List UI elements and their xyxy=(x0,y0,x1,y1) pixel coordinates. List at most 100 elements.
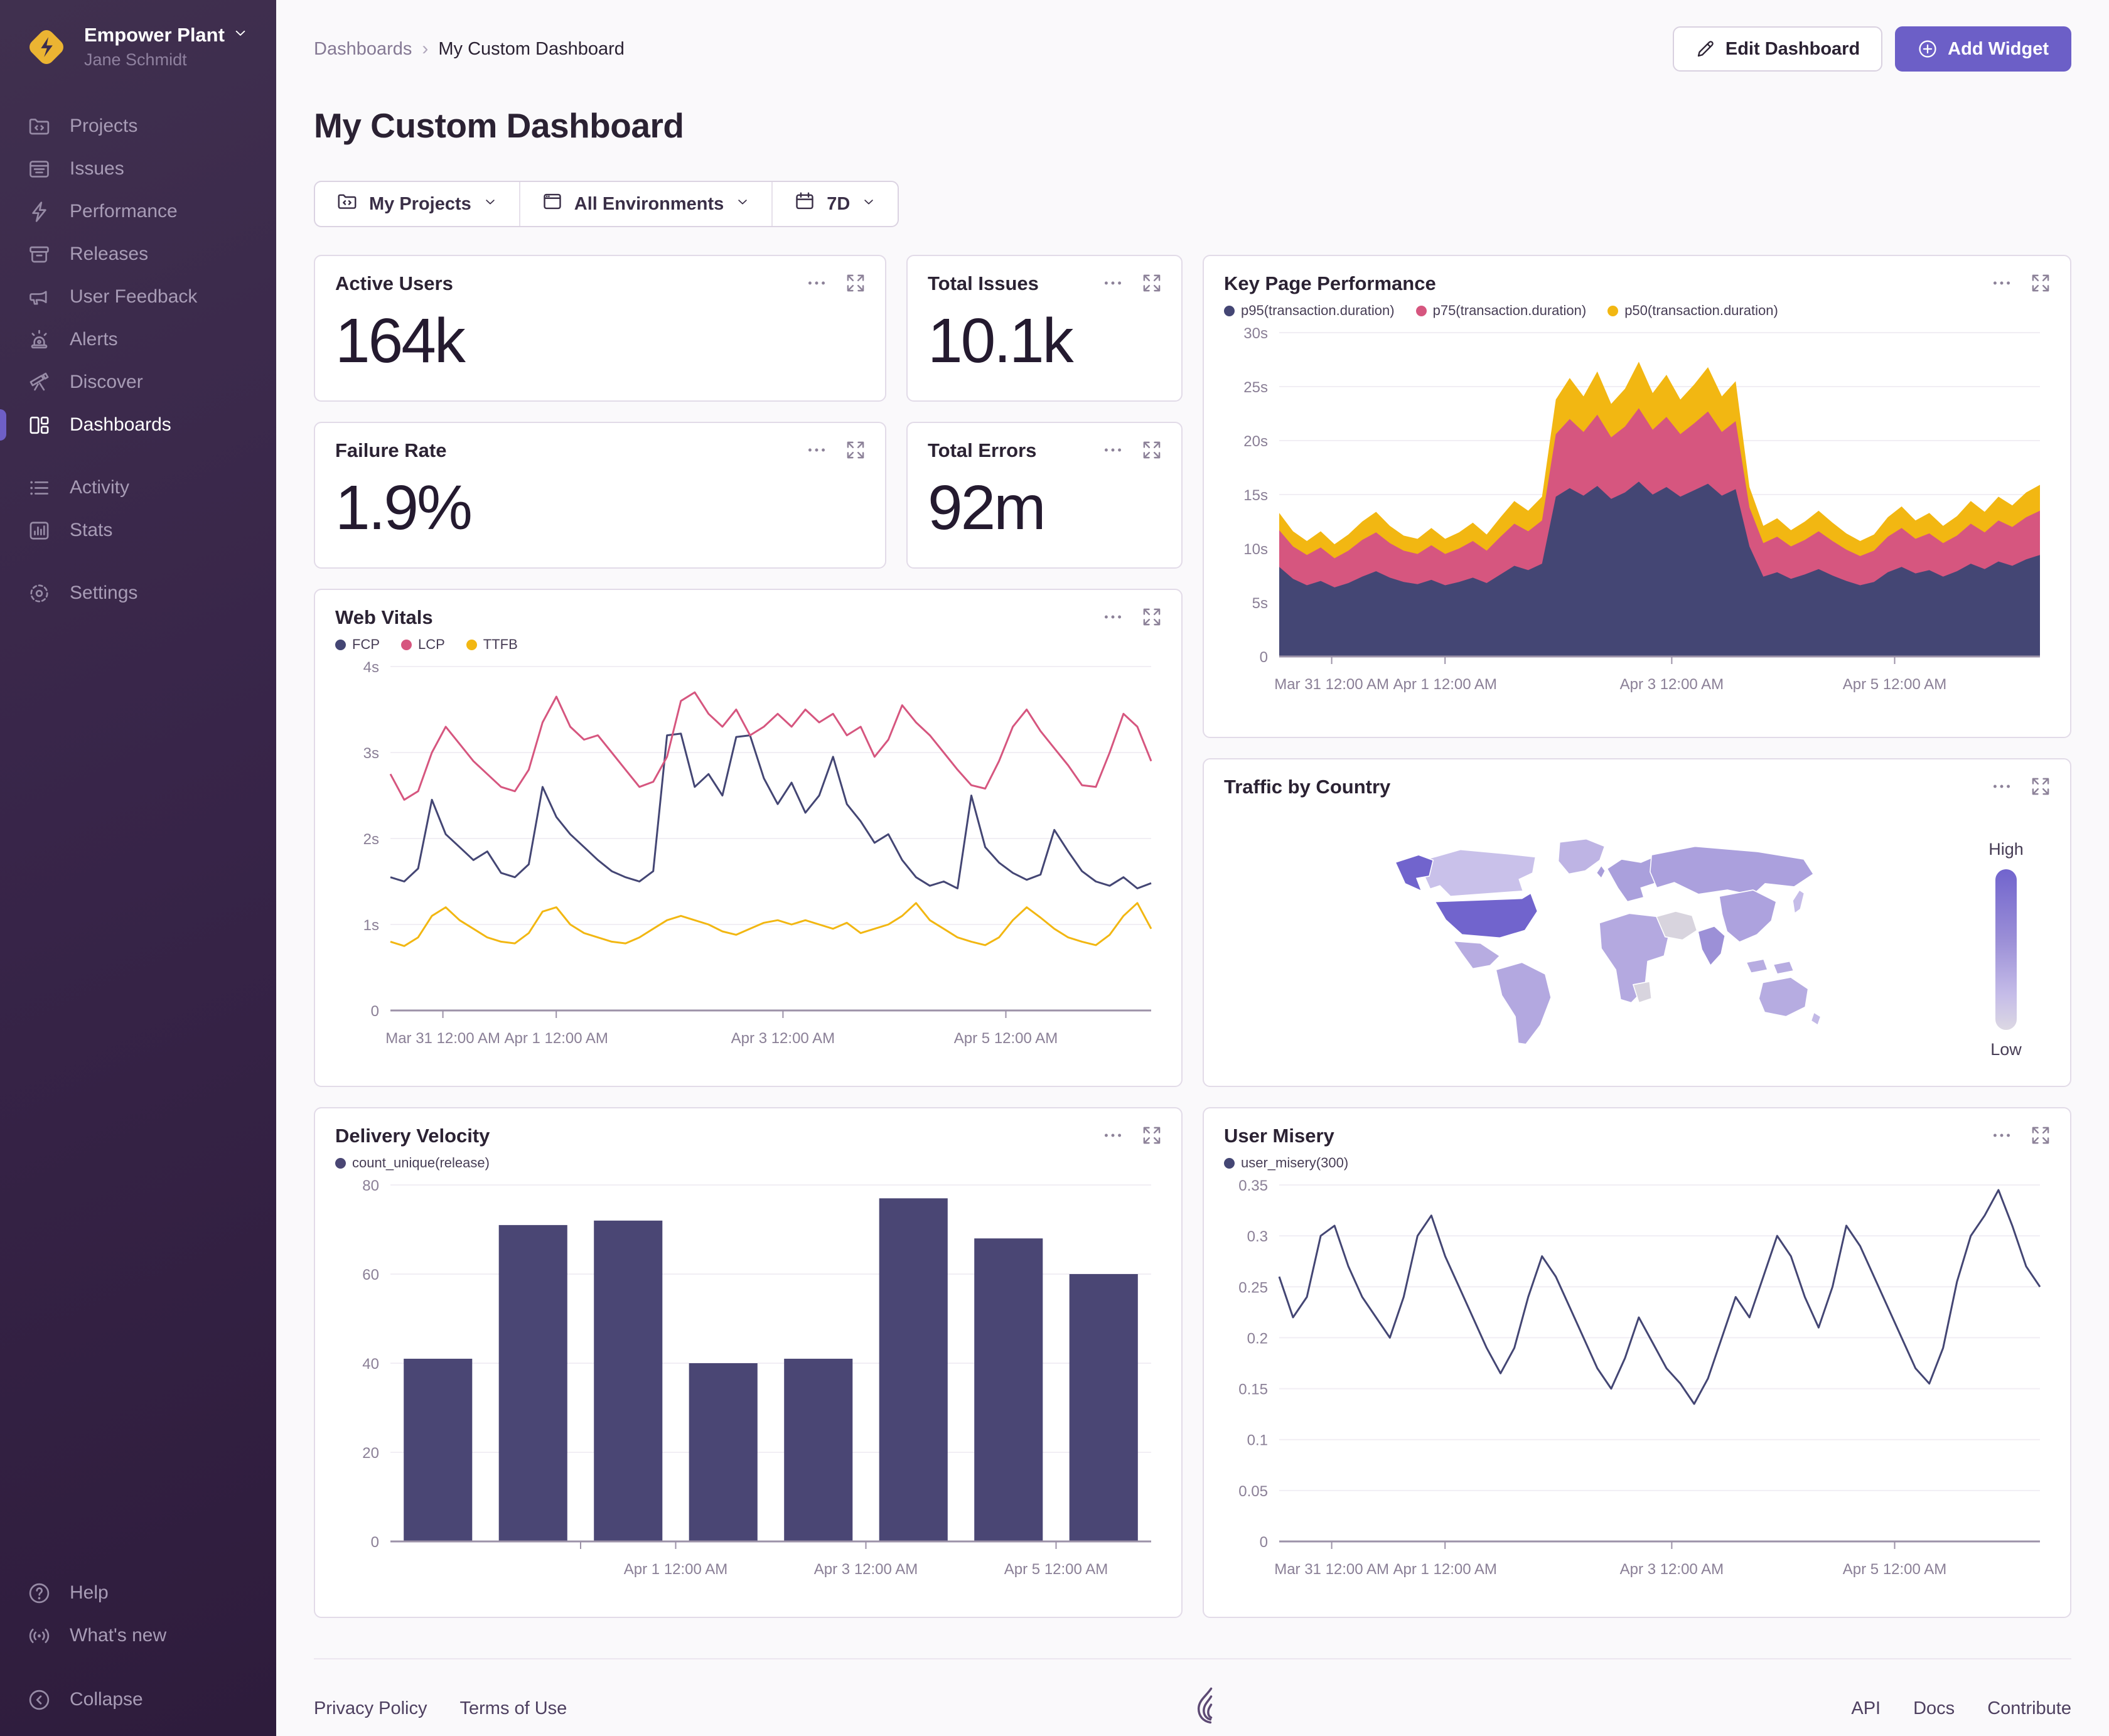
widget-menu-icon[interactable] xyxy=(1102,606,1124,628)
sidebar-item-dashboards[interactable]: Dashboards xyxy=(0,404,276,446)
svg-text:0: 0 xyxy=(371,1534,379,1551)
svg-text:30s: 30s xyxy=(1243,325,1268,342)
sidebar-item-user-feedback[interactable]: User Feedback xyxy=(0,276,276,318)
scale-high-label: High xyxy=(1988,840,2024,859)
sidebar-item-alerts[interactable]: Alerts xyxy=(0,318,276,361)
widget-menu-icon[interactable] xyxy=(1102,272,1124,294)
sidebar-item-projects[interactable]: Projects xyxy=(0,105,276,147)
widget-menu-icon[interactable] xyxy=(806,272,827,294)
settings-icon xyxy=(28,582,51,605)
sidebar-item-settings[interactable]: Settings xyxy=(0,572,276,614)
sidebar-item-what-s-new[interactable]: What's new xyxy=(0,1614,276,1657)
widget-expand-icon[interactable] xyxy=(1141,272,1162,294)
widget-expand-icon[interactable] xyxy=(1141,606,1162,628)
filter-bar: My Projects All Environments 7D xyxy=(314,181,899,227)
svg-text:Mar 31 12:00 AM: Mar 31 12:00 AM xyxy=(1274,1561,1389,1578)
sidebar-item-stats[interactable]: Stats xyxy=(0,509,276,552)
widget-expand-icon[interactable] xyxy=(2030,272,2051,294)
widget-delivery-velocity: Delivery Velocity count_unique(release) … xyxy=(314,1107,1183,1618)
sidebar-item-label: Performance xyxy=(70,201,178,222)
chevron-down-icon xyxy=(232,24,249,46)
delivery-velocity-chart: 0 20 40 60 80 Apr 1 12:00 AM Apr 3 12:00 AM Apr… xyxy=(362,1177,1151,1578)
widget-expand-icon[interactable] xyxy=(2030,776,2051,797)
plus-circle-icon xyxy=(1918,39,1938,59)
svg-text:0: 0 xyxy=(371,1003,379,1020)
sidebar-item-issues[interactable]: Issues xyxy=(0,147,276,190)
edit-dashboard-button[interactable]: Edit Dashboard xyxy=(1672,26,1883,72)
docs-link[interactable]: Docs xyxy=(1913,1698,1955,1719)
svg-text:15s: 15s xyxy=(1243,487,1268,504)
widget-menu-icon[interactable] xyxy=(1991,272,2012,294)
environment-filter[interactable]: All Environments xyxy=(518,182,772,226)
svg-text:0.15: 0.15 xyxy=(1238,1381,1268,1398)
page-title: My Custom Dashboard xyxy=(314,106,684,145)
legend-item: count_unique(release) xyxy=(335,1155,490,1171)
svg-text:25s: 25s xyxy=(1243,379,1268,396)
map-color-scale: High Low xyxy=(1968,840,2044,1059)
sidebar-item-label: Help xyxy=(70,1582,109,1603)
svg-text:0.35: 0.35 xyxy=(1238,1177,1268,1194)
user-name: Jane Schmidt xyxy=(84,50,187,69)
legend-item: p95(transaction.duration) xyxy=(1224,303,1395,319)
widget-menu-icon[interactable] xyxy=(1991,776,2012,797)
sidebar-item-label: Settings xyxy=(70,582,138,603)
widget-total-issues: Total Issues 10.1k xyxy=(906,255,1183,402)
widget-expand-icon[interactable] xyxy=(2030,1125,2051,1146)
add-widget-button[interactable]: Add Widget xyxy=(1895,26,2071,72)
widget-active-users: Active Users 164k xyxy=(314,255,886,402)
world-map xyxy=(1394,838,1822,1045)
widget-expand-icon[interactable] xyxy=(1141,439,1162,461)
breadcrumb-separator: › xyxy=(422,38,429,59)
svg-text:0.05: 0.05 xyxy=(1238,1483,1268,1500)
sidebar-item-activity[interactable]: Activity xyxy=(0,466,276,509)
chart-legend: FCP LCP TTFB xyxy=(335,636,1161,653)
breadcrumb-dashboards-link[interactable]: Dashboards xyxy=(314,39,412,60)
stats-icon xyxy=(28,519,51,542)
widget-menu-icon[interactable] xyxy=(1991,1125,2012,1146)
svg-text:3s: 3s xyxy=(363,745,379,762)
terms-of-use-link[interactable]: Terms of Use xyxy=(460,1698,567,1719)
project-filter[interactable]: My Projects xyxy=(315,182,519,226)
svg-text:Apr 1 12:00 AM: Apr 1 12:00 AM xyxy=(624,1561,727,1578)
pencil-icon xyxy=(1695,39,1715,59)
legend-item: TTFB xyxy=(466,636,518,653)
sidebar-item-label: Projects xyxy=(70,115,138,136)
legend-item: FCP xyxy=(335,636,380,653)
svg-text:Apr 5 12:00 AM: Apr 5 12:00 AM xyxy=(1843,1561,1946,1578)
privacy-policy-link[interactable]: Privacy Policy xyxy=(314,1698,427,1719)
api-link[interactable]: API xyxy=(1851,1698,1881,1719)
svg-text:40: 40 xyxy=(362,1356,379,1373)
sidebar-item-releases[interactable]: Releases xyxy=(0,233,276,276)
chevron-down-icon xyxy=(483,194,498,215)
svg-text:5s: 5s xyxy=(1252,595,1268,612)
total-errors-value: 92m xyxy=(928,473,1046,543)
sidebar-item-label: Releases xyxy=(70,244,149,264)
widget-title: Key Page Performance xyxy=(1224,272,1436,294)
org-switcher[interactable]: Empower Plant Jane Schmidt xyxy=(0,0,276,82)
help-icon xyxy=(28,1582,51,1605)
widget-menu-icon[interactable] xyxy=(1102,1125,1124,1146)
widget-expand-icon[interactable] xyxy=(845,272,866,294)
projects-icon xyxy=(336,191,358,217)
dashboard-grid: Active Users 164k Total Issues 10.1k Key… xyxy=(314,255,2071,1618)
widget-expand-icon[interactable] xyxy=(845,439,866,461)
legend-item: p50(transaction.duration) xyxy=(1607,303,1778,319)
widget-title: User Misery xyxy=(1224,1125,1334,1147)
svg-text:Apr 3 12:00 AM: Apr 3 12:00 AM xyxy=(814,1561,918,1578)
dashboards-icon xyxy=(28,414,51,437)
chart-legend: count_unique(release) xyxy=(335,1155,1161,1171)
contribute-link[interactable]: Contribute xyxy=(1987,1698,2071,1719)
sidebar-item-discover[interactable]: Discover xyxy=(0,361,276,404)
date-range-filter[interactable]: 7D xyxy=(771,182,898,226)
svg-text:Apr 1 12:00 AM: Apr 1 12:00 AM xyxy=(1393,676,1496,693)
sidebar-item-help[interactable]: Help xyxy=(0,1572,276,1614)
widget-menu-icon[interactable] xyxy=(806,439,827,461)
svg-text:Apr 1 12:00 AM: Apr 1 12:00 AM xyxy=(504,1030,608,1047)
sidebar-item-performance[interactable]: Performance xyxy=(0,190,276,233)
sidebar-item-label: User Feedback xyxy=(70,286,198,307)
widget-expand-icon[interactable] xyxy=(1141,1125,1162,1146)
sidebar-item-label: Dashboards xyxy=(70,414,171,435)
issues-icon xyxy=(28,158,51,181)
widget-menu-icon[interactable] xyxy=(1102,439,1124,461)
sidebar-item-collapse[interactable]: Collapse xyxy=(0,1678,276,1721)
